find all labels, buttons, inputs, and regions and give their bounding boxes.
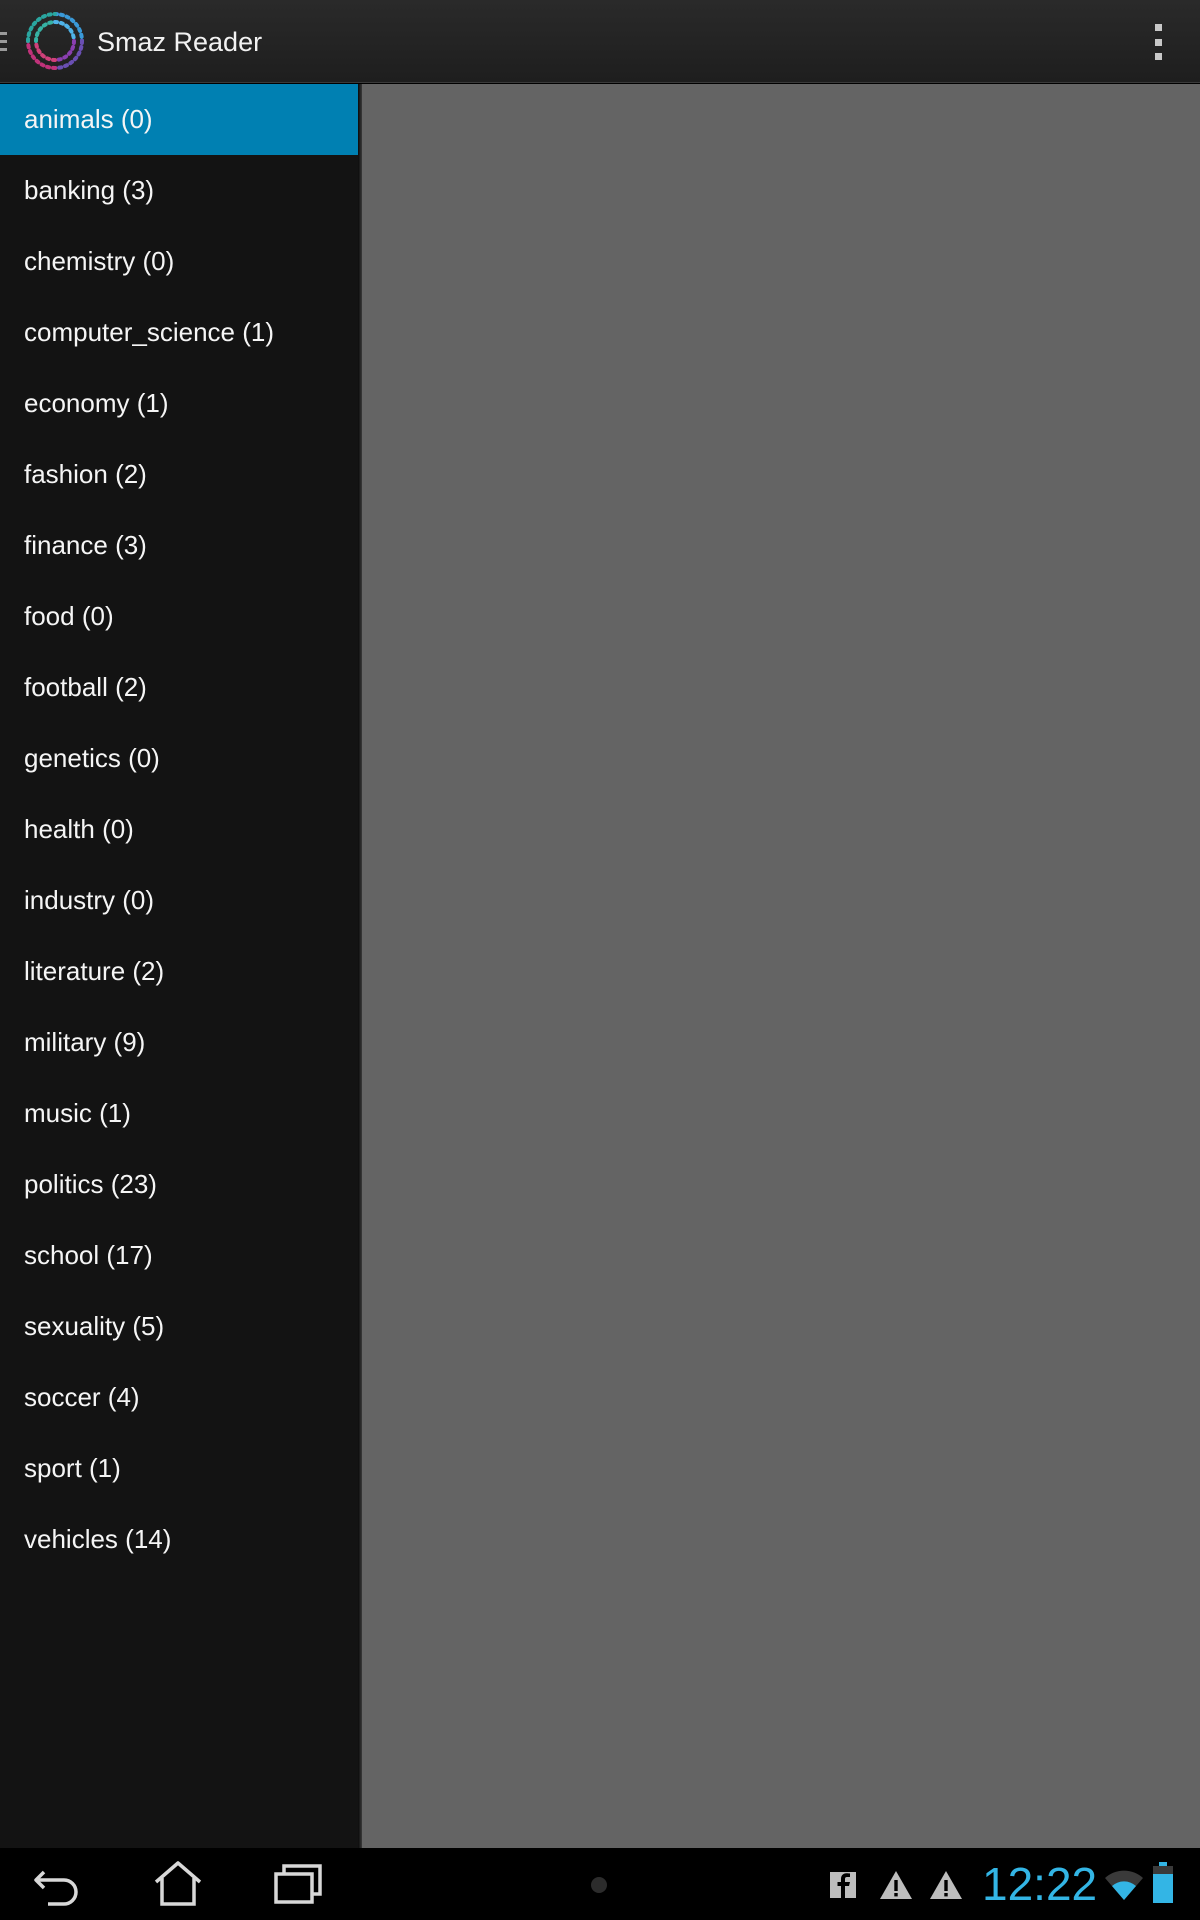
app-title: Smaz Reader: [97, 27, 263, 57]
warning-icon[interactable]: [878, 1868, 914, 1902]
drawer-item-politics[interactable]: politics (23): [0, 1149, 360, 1220]
drawer-item-finance[interactable]: finance (3): [0, 510, 360, 581]
screen: Smaz Reader animals (0) banking (3) chem…: [0, 0, 1200, 1920]
status-clock: 12:22: [982, 1858, 1098, 1910]
drawer-item-computer-science[interactable]: computer_science (1): [0, 297, 360, 368]
back-icon[interactable]: [30, 1858, 90, 1910]
warning-icon[interactable]: [928, 1868, 964, 1902]
drawer-item-soccer[interactable]: soccer (4): [0, 1362, 360, 1433]
app-logo-icon[interactable]: [22, 8, 88, 74]
drawer-item-school[interactable]: school (17): [0, 1220, 360, 1291]
drawer-item-animals[interactable]: animals (0): [0, 84, 360, 155]
drawer-indicator-icon[interactable]: [0, 32, 7, 52]
battery-icon: [1153, 1862, 1173, 1903]
drawer-item-football[interactable]: football (2): [0, 652, 360, 723]
drawer-item-music[interactable]: music (1): [0, 1078, 360, 1149]
drawer-item-fashion[interactable]: fashion (2): [0, 439, 360, 510]
navigation-drawer: animals (0) banking (3) chemistry (0) co…: [0, 84, 360, 1848]
drawer-item-genetics[interactable]: genetics (0): [0, 723, 360, 794]
content-scrim[interactable]: [362, 84, 1200, 1848]
wifi-icon: [1105, 1870, 1143, 1900]
drawer-item-industry[interactable]: industry (0): [0, 865, 360, 936]
drawer-item-military[interactable]: military (9): [0, 1007, 360, 1078]
drawer-item-literature[interactable]: literature (2): [0, 936, 360, 1007]
action-bar: Smaz Reader: [0, 0, 1200, 83]
drawer-item-banking[interactable]: banking (3): [0, 155, 360, 226]
drawer-item-food[interactable]: food (0): [0, 581, 360, 652]
drawer-item-economy[interactable]: economy (1): [0, 368, 360, 439]
recents-icon[interactable]: [270, 1858, 330, 1910]
drawer-item-chemistry[interactable]: chemistry (0): [0, 226, 360, 297]
system-bar: 12:22: [0, 1848, 1200, 1920]
drawer-item-vehicles[interactable]: vehicles (14): [0, 1504, 360, 1575]
home-icon[interactable]: [148, 1858, 208, 1910]
drawer-item-sport[interactable]: sport (1): [0, 1433, 360, 1504]
overflow-menu-icon[interactable]: [1152, 24, 1164, 60]
drawer-item-sexuality[interactable]: sexuality (5): [0, 1291, 360, 1362]
lights-out-icon[interactable]: [591, 1877, 607, 1893]
drawer-item-health[interactable]: health (0): [0, 794, 360, 865]
facebook-notification-icon[interactable]: [830, 1868, 856, 1902]
